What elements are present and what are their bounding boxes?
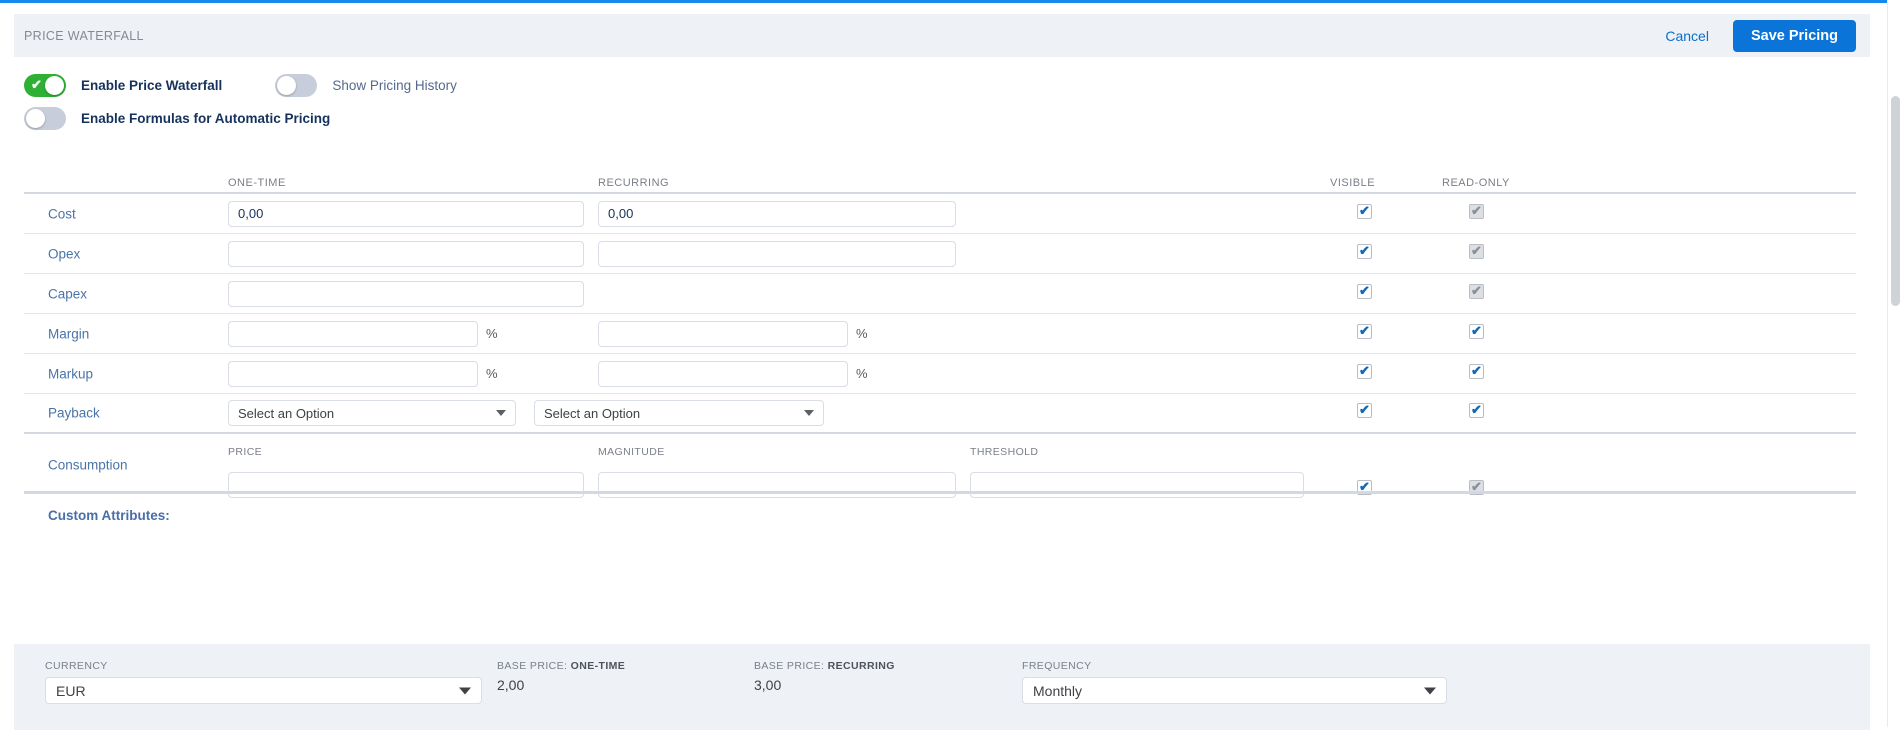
margin-recurring-percent-sign: % — [856, 326, 868, 341]
show-pricing-history-label: Show Pricing History — [332, 78, 457, 93]
frequency-field: FREQUENCY Monthly — [1022, 660, 1447, 704]
cost-recurring-input[interactable] — [598, 200, 956, 227]
markup-visible-checkbox[interactable] — [1357, 363, 1372, 379]
vertical-scrollbar[interactable] — [1887, 0, 1902, 727]
markup-recurring-percent-sign: % — [856, 366, 868, 381]
save-pricing-button[interactable]: Save Pricing — [1732, 19, 1856, 52]
row-label-payback: Payback — [48, 405, 100, 421]
frequency-label: FREQUENCY — [1022, 660, 1092, 672]
markup-recurring-input[interactable] — [598, 360, 848, 387]
payback-recurring-select[interactable]: Select an Option — [534, 400, 824, 426]
column-header-one-time: ONE-TIME — [228, 177, 286, 189]
payback-one-time-select-value: Select an Option — [238, 405, 335, 421]
payback-read-only-checkbox[interactable] — [1469, 402, 1484, 418]
toggle-knob — [26, 109, 45, 128]
margin-one-time-percent-sign: % — [486, 326, 498, 341]
frequency-select-value: Monthly — [1033, 682, 1083, 699]
opex-read-only-checkbox — [1469, 243, 1484, 259]
cost-one-time-input[interactable] — [228, 200, 584, 227]
table-row: Consumption PRICE MAGNITUDE THRESHOLD — [24, 434, 1856, 498]
column-header-recurring: RECURRING — [598, 177, 670, 189]
row-label-consumption: Consumption — [48, 457, 128, 473]
capex-one-time-input[interactable] — [228, 280, 584, 307]
margin-read-only-checkbox[interactable] — [1469, 323, 1484, 339]
payback-one-time-select[interactable]: Select an Option — [228, 400, 516, 426]
section-divider — [24, 491, 1856, 494]
cancel-button[interactable]: Cancel — [1655, 22, 1719, 50]
custom-attributes-title: Custom Attributes: — [48, 508, 170, 523]
base-price-one-time-field: BASE PRICE: ONE-TIME 2,00 — [497, 660, 625, 695]
chevron-down-icon — [1424, 687, 1436, 694]
currency-field: CURRENCY EUR — [45, 660, 482, 704]
row-label-capex: Capex — [48, 286, 88, 301]
currency-select[interactable]: EUR — [45, 677, 482, 704]
custom-attributes-section: Custom Attributes: — [24, 491, 1856, 523]
table-row: Capex — [24, 274, 1856, 314]
toggle-section: ✔ Enable Price Waterfall Show Pricing Hi… — [24, 69, 457, 135]
chevron-down-icon — [804, 410, 814, 416]
base-price-recurring-label: BASE PRICE: RECURRING — [754, 660, 895, 672]
opex-one-time-input[interactable] — [228, 240, 584, 267]
frequency-select[interactable]: Monthly — [1022, 677, 1447, 704]
margin-visible-checkbox[interactable] — [1357, 323, 1372, 339]
toggle-knob — [277, 76, 297, 95]
header-actions: Cancel Save Pricing — [1655, 19, 1870, 52]
column-header-visible: VISIBLE — [1330, 177, 1376, 189]
price-waterfall-page: PRICE WATERFALL Cancel Save Pricing ✔ En… — [0, 3, 1880, 730]
markup-one-time-percent-sign: % — [486, 366, 498, 381]
table-row: Opex — [24, 234, 1856, 274]
opex-visible-checkbox[interactable] — [1357, 243, 1372, 259]
base-price-recurring-value: 3,00 — [754, 677, 782, 693]
check-icon: ✔ — [31, 77, 42, 92]
margin-one-time-input[interactable] — [228, 320, 478, 347]
table-row: Cost — [24, 194, 1856, 234]
base-price-one-time-value: 2,00 — [497, 677, 525, 693]
currency-select-value: EUR — [56, 682, 86, 699]
page-title: PRICE WATERFALL — [24, 28, 144, 43]
base-price-recurring-field: BASE PRICE: RECURRING 3,00 — [754, 660, 895, 695]
enable-formulas-toggle[interactable] — [24, 107, 66, 130]
margin-recurring-input[interactable] — [598, 320, 848, 347]
table-row: Payback Select an Option Select an Optio… — [24, 394, 1856, 434]
scrollbar-thumb[interactable] — [1891, 96, 1900, 306]
payback-visible-checkbox[interactable] — [1357, 402, 1372, 418]
column-header-read-only: READ-ONLY — [1442, 177, 1510, 189]
chevron-down-icon — [496, 410, 506, 416]
payback-recurring-select-value: Select an Option — [544, 405, 641, 421]
price-waterfall-table: ONE-TIME RECURRING VISIBLE READ-ONLY Cos… — [24, 171, 1856, 498]
page-header: PRICE WATERFALL Cancel Save Pricing — [14, 14, 1870, 57]
opex-recurring-input[interactable] — [598, 240, 956, 267]
markup-read-only-checkbox[interactable] — [1469, 363, 1484, 379]
consumption-price-label: PRICE — [228, 446, 263, 458]
markup-one-time-input[interactable] — [228, 360, 478, 387]
show-pricing-history-toggle[interactable] — [275, 74, 318, 97]
currency-label: CURRENCY — [45, 660, 108, 672]
row-label-cost: Cost — [48, 206, 76, 221]
row-label-margin: Margin — [48, 326, 90, 341]
base-price-one-time-label: BASE PRICE: ONE-TIME — [497, 660, 626, 672]
capex-read-only-checkbox — [1469, 283, 1484, 299]
toggle-row-secondary: Enable Formulas for Automatic Pricing — [24, 102, 457, 135]
toggle-knob — [45, 76, 64, 95]
table-header-row: ONE-TIME RECURRING VISIBLE READ-ONLY — [24, 171, 1856, 194]
cost-read-only-checkbox — [1469, 203, 1484, 219]
cost-visible-checkbox[interactable] — [1357, 203, 1372, 219]
row-label-markup: Markup — [48, 366, 94, 381]
enable-price-waterfall-toggle[interactable]: ✔ — [24, 74, 66, 97]
toggle-row-primary: ✔ Enable Price Waterfall Show Pricing Hi… — [24, 69, 457, 102]
chevron-down-icon — [459, 687, 471, 694]
row-label-opex: Opex — [48, 246, 81, 261]
consumption-magnitude-label: MAGNITUDE — [598, 446, 665, 458]
capex-visible-checkbox[interactable] — [1357, 283, 1372, 299]
pricing-footer: CURRENCY EUR BASE PRICE: ONE-TIME 2,00 B… — [14, 644, 1870, 730]
enable-price-waterfall-label: Enable Price Waterfall — [81, 78, 223, 93]
consumption-threshold-label: THRESHOLD — [970, 446, 1039, 458]
table-row: Margin % % — [24, 314, 1856, 354]
table-row: Markup % % — [24, 354, 1856, 394]
enable-formulas-label: Enable Formulas for Automatic Pricing — [81, 111, 331, 126]
